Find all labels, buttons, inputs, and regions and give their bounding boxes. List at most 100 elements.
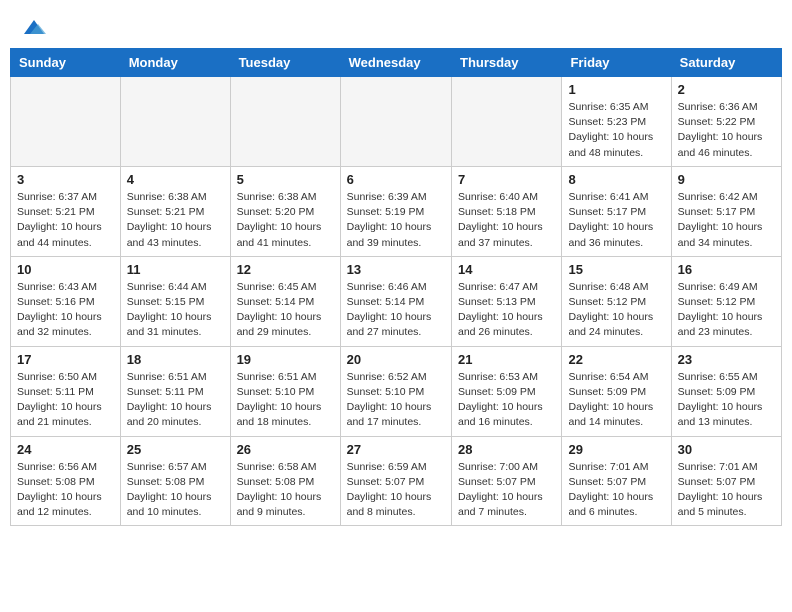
day-number: 5 xyxy=(237,172,334,187)
day-number: 7 xyxy=(458,172,555,187)
table-row xyxy=(11,77,121,167)
logo-icon xyxy=(22,16,46,40)
weekday-header-row: SundayMondayTuesdayWednesdayThursdayFrid… xyxy=(11,49,782,77)
day-info: Sunrise: 6:36 AMSunset: 5:22 PMDaylight:… xyxy=(678,100,775,161)
calendar-wrapper: SundayMondayTuesdayWednesdayThursdayFrid… xyxy=(0,48,792,546)
table-row: 5Sunrise: 6:38 AMSunset: 5:20 PMDaylight… xyxy=(230,166,340,256)
day-info: Sunrise: 6:51 AMSunset: 5:11 PMDaylight:… xyxy=(127,370,224,431)
table-row: 17 Sunrise: 6:50 AMSunset: 5:11 PMDayligh… xyxy=(11,346,121,436)
table-row: 26 Sunrise: 6:58 AMSunset: 5:08 PMDayligh… xyxy=(230,436,340,526)
day-number: 6 xyxy=(347,172,445,187)
day-info: Sunrise: 6:54 AMSunset: 5:09 PMDaylight:… xyxy=(568,370,664,431)
table-row: 10 Sunrise: 6:43 AMSunset: 5:16 PMDayligh… xyxy=(11,256,121,346)
table-row xyxy=(230,77,340,167)
day-info: Sunrise: 6:44 AMSunset: 5:15 PMDaylight:… xyxy=(127,280,224,341)
day-info: Sunrise: 6:53 AMSunset: 5:09 PMDaylight:… xyxy=(458,370,555,431)
table-row: 11 Sunrise: 6:44 AMSunset: 5:15 PMDayligh… xyxy=(120,256,230,346)
day-number: 17 xyxy=(17,352,114,367)
day-number: 13 xyxy=(347,262,445,277)
table-row: 3 Sunrise: 6:37 AMSunset: 5:21 PMDaylight… xyxy=(11,166,121,256)
day-info: Sunrise: 6:58 AMSunset: 5:08 PMDaylight:… xyxy=(237,460,334,521)
table-row: 23 Sunrise: 6:55 AMSunset: 5:09 PMDayligh… xyxy=(671,346,781,436)
day-number: 28 xyxy=(458,442,555,457)
day-info: Sunrise: 6:40 AMSunset: 5:18 PMDaylight:… xyxy=(458,190,555,251)
day-info: Sunrise: 7:01 AMSunset: 5:07 PMDaylight:… xyxy=(678,460,775,521)
day-info: Sunrise: 6:48 AMSunset: 5:12 PMDaylight:… xyxy=(568,280,664,341)
day-info: Sunrise: 6:45 AMSunset: 5:14 PMDaylight:… xyxy=(237,280,334,341)
day-number: 4 xyxy=(127,172,224,187)
table-row: 12Sunrise: 6:45 AMSunset: 5:14 PMDayligh… xyxy=(230,256,340,346)
table-row: 21 Sunrise: 6:53 AMSunset: 5:09 PMDayligh… xyxy=(452,346,562,436)
day-number: 24 xyxy=(17,442,114,457)
day-number: 8 xyxy=(568,172,664,187)
day-number: 27 xyxy=(347,442,445,457)
table-row: 1 Sunrise: 6:35 AMSunset: 5:23 PMDaylight… xyxy=(562,77,671,167)
day-number: 20 xyxy=(347,352,445,367)
table-row: 15 Sunrise: 6:48 AMSunset: 5:12 PMDayligh… xyxy=(562,256,671,346)
day-number: 11 xyxy=(127,262,224,277)
day-info: Sunrise: 6:41 AMSunset: 5:17 PMDaylight:… xyxy=(568,190,664,251)
day-number: 23 xyxy=(678,352,775,367)
day-number: 22 xyxy=(568,352,664,367)
day-number: 2 xyxy=(678,82,775,97)
day-info: Sunrise: 6:42 AMSunset: 5:17 PMDaylight:… xyxy=(678,190,775,251)
weekday-friday: Friday xyxy=(562,49,671,77)
day-info: Sunrise: 6:46 AMSunset: 5:14 PMDaylight:… xyxy=(347,280,445,341)
table-row: 27 Sunrise: 6:59 AMSunset: 5:07 PMDayligh… xyxy=(340,436,451,526)
table-row xyxy=(340,77,451,167)
weekday-saturday: Saturday xyxy=(671,49,781,77)
day-number: 26 xyxy=(237,442,334,457)
table-row xyxy=(120,77,230,167)
table-row: 24 Sunrise: 6:56 AMSunset: 5:08 PMDayligh… xyxy=(11,436,121,526)
table-row: 30 Sunrise: 7:01 AMSunset: 5:07 PMDayligh… xyxy=(671,436,781,526)
day-info: Sunrise: 6:59 AMSunset: 5:07 PMDaylight:… xyxy=(347,460,445,521)
calendar-week-2: 3 Sunrise: 6:37 AMSunset: 5:21 PMDaylight… xyxy=(11,166,782,256)
day-info: Sunrise: 6:39 AMSunset: 5:19 PMDaylight:… xyxy=(347,190,445,251)
page-header xyxy=(0,0,792,48)
weekday-thursday: Thursday xyxy=(452,49,562,77)
calendar-week-1: 1 Sunrise: 6:35 AMSunset: 5:23 PMDaylight… xyxy=(11,77,782,167)
table-row: 29 Sunrise: 7:01 AMSunset: 5:07 PMDayligh… xyxy=(562,436,671,526)
day-number: 10 xyxy=(17,262,114,277)
table-row: 28 Sunrise: 7:00 AMSunset: 5:07 PMDayligh… xyxy=(452,436,562,526)
day-number: 1 xyxy=(568,82,664,97)
logo xyxy=(20,16,46,40)
table-row: 8 Sunrise: 6:41 AMSunset: 5:17 PMDaylight… xyxy=(562,166,671,256)
day-info: Sunrise: 7:01 AMSunset: 5:07 PMDaylight:… xyxy=(568,460,664,521)
table-row: 7 Sunrise: 6:40 AMSunset: 5:18 PMDaylight… xyxy=(452,166,562,256)
weekday-wednesday: Wednesday xyxy=(340,49,451,77)
day-info: Sunrise: 6:52 AMSunset: 5:10 PMDaylight:… xyxy=(347,370,445,431)
day-number: 16 xyxy=(678,262,775,277)
table-row: 14 Sunrise: 6:47 AMSunset: 5:13 PMDayligh… xyxy=(452,256,562,346)
day-info: Sunrise: 6:37 AMSunset: 5:21 PMDaylight:… xyxy=(17,190,114,251)
day-info: Sunrise: 6:47 AMSunset: 5:13 PMDaylight:… xyxy=(458,280,555,341)
day-number: 14 xyxy=(458,262,555,277)
day-number: 25 xyxy=(127,442,224,457)
day-number: 30 xyxy=(678,442,775,457)
day-info: Sunrise: 6:43 AMSunset: 5:16 PMDaylight:… xyxy=(17,280,114,341)
day-number: 18 xyxy=(127,352,224,367)
weekday-tuesday: Tuesday xyxy=(230,49,340,77)
day-number: 9 xyxy=(678,172,775,187)
table-row: 25 Sunrise: 6:57 AMSunset: 5:08 PMDayligh… xyxy=(120,436,230,526)
day-number: 19 xyxy=(237,352,334,367)
table-row: 2 Sunrise: 6:36 AMSunset: 5:22 PMDaylight… xyxy=(671,77,781,167)
calendar-week-5: 24 Sunrise: 6:56 AMSunset: 5:08 PMDayligh… xyxy=(11,436,782,526)
day-number: 21 xyxy=(458,352,555,367)
table-row: 22 Sunrise: 6:54 AMSunset: 5:09 PMDayligh… xyxy=(562,346,671,436)
day-info: Sunrise: 6:35 AMSunset: 5:23 PMDaylight:… xyxy=(568,100,664,161)
table-row: 18 Sunrise: 6:51 AMSunset: 5:11 PMDayligh… xyxy=(120,346,230,436)
day-number: 3 xyxy=(17,172,114,187)
day-info: Sunrise: 6:38 AMSunset: 5:21 PMDaylight:… xyxy=(127,190,224,251)
day-info: Sunrise: 7:00 AMSunset: 5:07 PMDaylight:… xyxy=(458,460,555,521)
day-info: Sunrise: 6:56 AMSunset: 5:08 PMDaylight:… xyxy=(17,460,114,521)
day-number: 15 xyxy=(568,262,664,277)
table-row: 20 Sunrise: 6:52 AMSunset: 5:10 PMDayligh… xyxy=(340,346,451,436)
table-row: 4 Sunrise: 6:38 AMSunset: 5:21 PMDaylight… xyxy=(120,166,230,256)
day-info: Sunrise: 6:50 AMSunset: 5:11 PMDaylight:… xyxy=(17,370,114,431)
day-info: Sunrise: 6:57 AMSunset: 5:08 PMDaylight:… xyxy=(127,460,224,521)
calendar-week-3: 10 Sunrise: 6:43 AMSunset: 5:16 PMDayligh… xyxy=(11,256,782,346)
day-info: Sunrise: 6:55 AMSunset: 5:09 PMDaylight:… xyxy=(678,370,775,431)
table-row: 19Sunrise: 6:51 AMSunset: 5:10 PMDayligh… xyxy=(230,346,340,436)
day-number: 29 xyxy=(568,442,664,457)
